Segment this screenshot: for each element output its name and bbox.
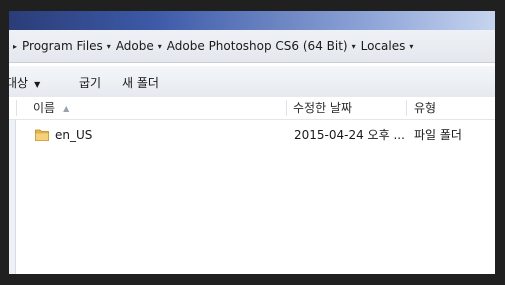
organize-button[interactable]: 대상 ▼	[9, 74, 40, 91]
column-divider[interactable]	[406, 100, 407, 116]
chevron-down-icon[interactable]: ▾	[158, 42, 162, 51]
column-header-row: 이름 ▲ 수정한 날짜 유형	[9, 97, 495, 120]
column-header-modified[interactable]: 수정한 날짜	[293, 97, 352, 119]
column-header-type[interactable]: 유형	[414, 97, 436, 119]
breadcrumb-item-program-files[interactable]: Program Files	[22, 39, 103, 53]
file-name[interactable]: en_US	[55, 124, 92, 146]
explorer-window: ▸ Program Files ▾ Adobe ▾ Adobe Photosho…	[9, 11, 495, 274]
column-divider[interactable]	[16, 100, 17, 116]
chevron-down-icon[interactable]: ▾	[409, 42, 413, 51]
column-divider[interactable]	[286, 100, 287, 116]
navigation-pane[interactable]	[9, 97, 16, 274]
screen-frame: ▸ Program Files ▾ Adobe ▾ Adobe Photosho…	[0, 0, 505, 285]
new-folder-button[interactable]: 새 폴더	[122, 74, 159, 91]
chevron-down-icon[interactable]: ▾	[352, 42, 356, 51]
breadcrumb-item-locales[interactable]: Locales	[361, 39, 406, 53]
burn-button[interactable]: 굽기	[79, 74, 101, 91]
breadcrumb-item-adobe[interactable]: Adobe	[116, 39, 154, 53]
column-header-name[interactable]: 이름 ▲	[33, 97, 69, 119]
chevron-right-icon[interactable]: ▸	[13, 42, 17, 51]
address-bar[interactable]: ▸ Program Files ▾ Adobe ▾ Adobe Photosho…	[9, 30, 495, 63]
title-bar[interactable]	[9, 11, 495, 30]
sort-ascending-icon: ▲	[63, 104, 70, 113]
chevron-down-icon: ▼	[34, 80, 41, 89]
chevron-down-icon[interactable]: ▾	[107, 42, 111, 51]
folder-icon	[35, 129, 49, 141]
file-modified: 2015-04-24 오후 ...	[294, 128, 405, 142]
column-header-name-label: 이름	[33, 101, 56, 115]
organize-label: 대상	[9, 76, 29, 90]
file-type: 파일 폴더	[414, 128, 462, 142]
file-row[interactable]: en_US 2015-04-24 오후 ... 파일 폴더	[16, 124, 495, 146]
breadcrumb-item-photoshop[interactable]: Adobe Photoshop CS6 (64 Bit)	[167, 39, 348, 53]
command-toolbar: 대상 ▼ 굽기 새 폴더	[9, 66, 495, 98]
breadcrumb: ▸ Program Files ▾ Adobe ▾ Adobe Photosho…	[9, 39, 418, 53]
